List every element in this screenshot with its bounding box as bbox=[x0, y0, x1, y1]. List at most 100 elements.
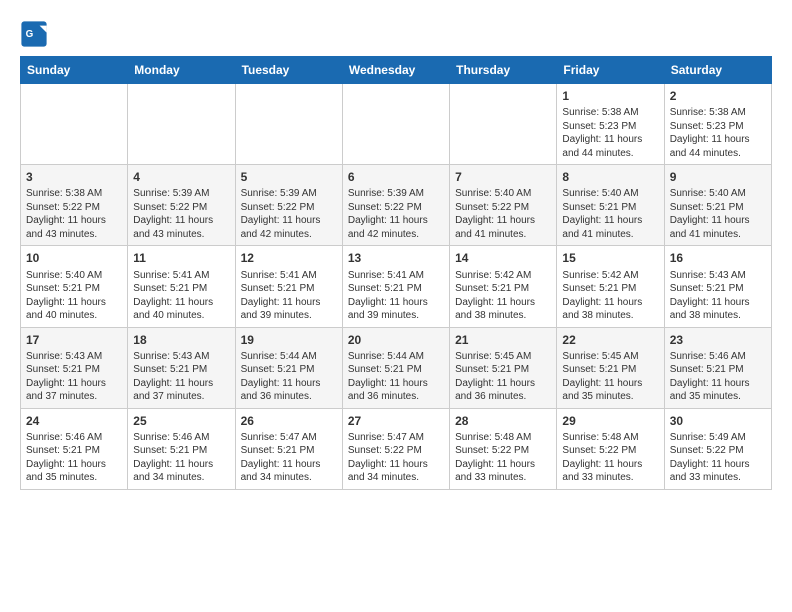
day-number: 8 bbox=[562, 169, 658, 185]
calendar-cell: 17 Sunrise: 5:43 AM Sunset: 5:21 PM Dayli… bbox=[21, 327, 128, 408]
day-number: 22 bbox=[562, 332, 658, 348]
day-info: Sunrise: 5:38 AM Sunset: 5:23 PM Dayligh… bbox=[562, 106, 658, 160]
day-number: 13 bbox=[348, 250, 444, 266]
calendar-week-row: 1 Sunrise: 5:38 AM Sunset: 5:23 PM Daylig… bbox=[21, 84, 772, 165]
day-number: 21 bbox=[455, 332, 551, 348]
calendar-cell: 18Sunrise: 5:43 AM Sunset: 5:21 PM Dayli… bbox=[128, 327, 235, 408]
weekday-header-saturday: Saturday bbox=[664, 57, 771, 84]
day-number: 9 bbox=[670, 169, 766, 185]
day-number: 24 bbox=[26, 413, 122, 429]
day-number: 23 bbox=[670, 332, 766, 348]
day-info: Sunrise: 5:43 AM Sunset: 5:21 PM Dayligh… bbox=[670, 269, 766, 323]
day-number: 19 bbox=[241, 332, 337, 348]
logo: G bbox=[20, 20, 52, 48]
calendar-cell: 23Sunrise: 5:46 AM Sunset: 5:21 PM Dayli… bbox=[664, 327, 771, 408]
day-number: 6 bbox=[348, 169, 444, 185]
calendar-cell: 15Sunrise: 5:42 AM Sunset: 5:21 PM Dayli… bbox=[557, 246, 664, 327]
calendar-cell bbox=[128, 84, 235, 165]
day-info: Sunrise: 5:42 AM Sunset: 5:21 PM Dayligh… bbox=[455, 269, 551, 323]
calendar-cell: 22 Sunrise: 5:45 AM Sunset: 5:21 PM Dayli… bbox=[557, 327, 664, 408]
calendar-cell bbox=[450, 84, 557, 165]
day-number: 18 bbox=[133, 332, 229, 348]
day-number: 4 bbox=[133, 169, 229, 185]
day-number: 27 bbox=[348, 413, 444, 429]
calendar-cell: 5 Sunrise: 5:39 AM Sunset: 5:22 PM Daylig… bbox=[235, 165, 342, 246]
day-info: Sunrise: 5:41 AM Sunset: 5:21 PM Dayligh… bbox=[133, 269, 229, 323]
calendar-cell: 10Sunrise: 5:40 AM Sunset: 5:21 PM Dayli… bbox=[21, 246, 128, 327]
day-number: 17 bbox=[26, 332, 122, 348]
calendar-week-row: 24 Sunrise: 5:46 AM Sunset: 5:21 PM Dayli… bbox=[21, 408, 772, 489]
calendar-cell: 27 Sunrise: 5:47 AM Sunset: 5:22 PM Dayli… bbox=[342, 408, 449, 489]
calendar-cell bbox=[21, 84, 128, 165]
calendar-week-row: 10Sunrise: 5:40 AM Sunset: 5:21 PM Dayli… bbox=[21, 246, 772, 327]
day-info: Sunrise: 5:38 AM Sunset: 5:23 PM Dayligh… bbox=[670, 106, 766, 160]
day-info: Sunrise: 5:40 AM Sunset: 5:22 PM Dayligh… bbox=[455, 187, 551, 241]
day-info: Sunrise: 5:39 AM Sunset: 5:22 PM Dayligh… bbox=[133, 187, 229, 241]
day-info: Sunrise: 5:40 AM Sunset: 5:21 PM Dayligh… bbox=[670, 187, 766, 241]
day-info: Sunrise: 5:42 AM Sunset: 5:21 PM Dayligh… bbox=[562, 269, 658, 323]
day-info: Sunrise: 5:46 AM Sunset: 5:21 PM Dayligh… bbox=[133, 431, 229, 485]
calendar-cell: 16 Sunrise: 5:43 AM Sunset: 5:21 PM Dayli… bbox=[664, 246, 771, 327]
svg-text:G: G bbox=[26, 29, 34, 40]
day-info: Sunrise: 5:44 AM Sunset: 5:21 PM Dayligh… bbox=[348, 350, 444, 404]
weekday-header-wednesday: Wednesday bbox=[342, 57, 449, 84]
day-number: 26 bbox=[241, 413, 337, 429]
calendar-cell bbox=[235, 84, 342, 165]
day-number: 5 bbox=[241, 169, 337, 185]
day-number: 11 bbox=[133, 250, 229, 266]
logo-icon: G bbox=[20, 20, 48, 48]
weekday-header-thursday: Thursday bbox=[450, 57, 557, 84]
calendar-cell: 21 Sunrise: 5:45 AM Sunset: 5:21 PM Dayli… bbox=[450, 327, 557, 408]
day-number: 28 bbox=[455, 413, 551, 429]
calendar-cell: 26 Sunrise: 5:47 AM Sunset: 5:21 PM Dayli… bbox=[235, 408, 342, 489]
day-info: Sunrise: 5:43 AM Sunset: 5:21 PM Dayligh… bbox=[26, 350, 122, 404]
calendar-cell: 3Sunrise: 5:38 AM Sunset: 5:22 PM Daylig… bbox=[21, 165, 128, 246]
calendar-cell: 30Sunrise: 5:49 AM Sunset: 5:22 PM Dayli… bbox=[664, 408, 771, 489]
day-number: 29 bbox=[562, 413, 658, 429]
calendar-cell: 24 Sunrise: 5:46 AM Sunset: 5:21 PM Dayli… bbox=[21, 408, 128, 489]
day-number: 16 bbox=[670, 250, 766, 266]
calendar-cell: 19 Sunrise: 5:44 AM Sunset: 5:21 PM Dayli… bbox=[235, 327, 342, 408]
day-number: 2 bbox=[670, 88, 766, 104]
day-number: 10 bbox=[26, 250, 122, 266]
day-number: 3 bbox=[26, 169, 122, 185]
weekday-header-friday: Friday bbox=[557, 57, 664, 84]
day-number: 30 bbox=[670, 413, 766, 429]
calendar-cell: 28Sunrise: 5:48 AM Sunset: 5:22 PM Dayli… bbox=[450, 408, 557, 489]
day-number: 12 bbox=[241, 250, 337, 266]
calendar-table: SundayMondayTuesdayWednesdayThursdayFrid… bbox=[20, 56, 772, 490]
weekday-header-monday: Monday bbox=[128, 57, 235, 84]
day-number: 7 bbox=[455, 169, 551, 185]
page-header: G bbox=[20, 20, 772, 48]
calendar-body: 1 Sunrise: 5:38 AM Sunset: 5:23 PM Daylig… bbox=[21, 84, 772, 490]
calendar-cell: 8 Sunrise: 5:40 AM Sunset: 5:21 PM Daylig… bbox=[557, 165, 664, 246]
calendar-cell: 25Sunrise: 5:46 AM Sunset: 5:21 PM Dayli… bbox=[128, 408, 235, 489]
day-info: Sunrise: 5:41 AM Sunset: 5:21 PM Dayligh… bbox=[348, 269, 444, 323]
day-number: 1 bbox=[562, 88, 658, 104]
calendar-cell bbox=[342, 84, 449, 165]
calendar-week-row: 17 Sunrise: 5:43 AM Sunset: 5:21 PM Dayli… bbox=[21, 327, 772, 408]
day-info: Sunrise: 5:45 AM Sunset: 5:21 PM Dayligh… bbox=[455, 350, 551, 404]
day-info: Sunrise: 5:47 AM Sunset: 5:22 PM Dayligh… bbox=[348, 431, 444, 485]
calendar-cell: 11 Sunrise: 5:41 AM Sunset: 5:21 PM Dayli… bbox=[128, 246, 235, 327]
calendar-week-row: 3Sunrise: 5:38 AM Sunset: 5:22 PM Daylig… bbox=[21, 165, 772, 246]
calendar-cell: 7 Sunrise: 5:40 AM Sunset: 5:22 PM Daylig… bbox=[450, 165, 557, 246]
calendar-cell: 4 Sunrise: 5:39 AM Sunset: 5:22 PM Daylig… bbox=[128, 165, 235, 246]
calendar-cell: 13 Sunrise: 5:41 AM Sunset: 5:21 PM Dayli… bbox=[342, 246, 449, 327]
day-info: Sunrise: 5:40 AM Sunset: 5:21 PM Dayligh… bbox=[562, 187, 658, 241]
calendar-cell: 1 Sunrise: 5:38 AM Sunset: 5:23 PM Daylig… bbox=[557, 84, 664, 165]
day-info: Sunrise: 5:44 AM Sunset: 5:21 PM Dayligh… bbox=[241, 350, 337, 404]
day-info: Sunrise: 5:47 AM Sunset: 5:21 PM Dayligh… bbox=[241, 431, 337, 485]
weekday-header-tuesday: Tuesday bbox=[235, 57, 342, 84]
weekday-header-sunday: Sunday bbox=[21, 57, 128, 84]
day-number: 20 bbox=[348, 332, 444, 348]
day-info: Sunrise: 5:39 AM Sunset: 5:22 PM Dayligh… bbox=[241, 187, 337, 241]
day-info: Sunrise: 5:45 AM Sunset: 5:21 PM Dayligh… bbox=[562, 350, 658, 404]
day-info: Sunrise: 5:41 AM Sunset: 5:21 PM Dayligh… bbox=[241, 269, 337, 323]
weekday-header-row: SundayMondayTuesdayWednesdayThursdayFrid… bbox=[21, 57, 772, 84]
calendar-cell: 29Sunrise: 5:48 AM Sunset: 5:22 PM Dayli… bbox=[557, 408, 664, 489]
calendar-cell: 6Sunrise: 5:39 AM Sunset: 5:22 PM Daylig… bbox=[342, 165, 449, 246]
calendar-cell: 20 Sunrise: 5:44 AM Sunset: 5:21 PM Dayli… bbox=[342, 327, 449, 408]
day-info: Sunrise: 5:46 AM Sunset: 5:21 PM Dayligh… bbox=[26, 431, 122, 485]
calendar-cell: 2 Sunrise: 5:38 AM Sunset: 5:23 PM Daylig… bbox=[664, 84, 771, 165]
